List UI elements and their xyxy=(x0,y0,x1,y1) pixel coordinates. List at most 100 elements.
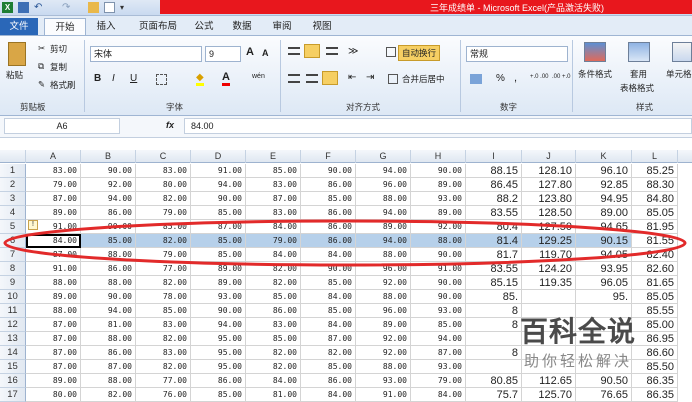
column-header-E[interactable]: E xyxy=(246,150,301,163)
table-cell[interactable]: 93.95 xyxy=(576,262,632,276)
align-top-icon[interactable] xyxy=(288,47,300,55)
table-cell[interactable]: 81.00 xyxy=(81,318,136,332)
row-header[interactable]: 4 xyxy=(0,206,26,220)
table-cell[interactable]: 91.00 xyxy=(411,262,466,276)
paste-button[interactable]: 粘贴 xyxy=(6,69,23,81)
table-cell[interactable]: 76.00 xyxy=(136,388,191,402)
font-name-select[interactable]: 宋体 xyxy=(90,46,202,62)
table-cell[interactable]: 94.00 xyxy=(81,192,136,206)
table-cell[interactable]: 90.00 xyxy=(191,304,246,318)
table-cell[interactable]: 77.00 xyxy=(136,374,191,388)
table-cell[interactable]: 83.00 xyxy=(136,164,191,178)
table-cell[interactable]: 90.00 xyxy=(411,164,466,178)
table-cell[interactable]: 81.65 xyxy=(632,276,678,290)
table-cell[interactable]: 89.00 xyxy=(191,262,246,276)
table-cell[interactable]: 83.55 xyxy=(466,262,522,276)
table-cell[interactable]: 89.00 xyxy=(26,206,81,220)
table-cell[interactable]: 84.00 xyxy=(411,388,466,402)
table-cell[interactable]: 83.00 xyxy=(136,346,191,360)
redo-icon[interactable]: ↷ xyxy=(62,2,73,13)
table-cell[interactable]: 82.60 xyxy=(632,262,678,276)
table-cell[interactable]: 85.15 xyxy=(466,276,522,290)
row-header[interactable]: 14 xyxy=(0,346,26,360)
table-cell[interactable]: 84.80 xyxy=(632,192,678,206)
font-size-select[interactable]: 9 xyxy=(205,46,241,62)
table-cell[interactable]: 94.95 xyxy=(576,192,632,206)
format-table-label-1[interactable]: 套用 xyxy=(630,68,647,80)
table-cell[interactable]: 88.00 xyxy=(81,248,136,262)
table-cell[interactable]: 81.4 xyxy=(466,234,522,248)
table-cell[interactable]: 86.00 xyxy=(81,346,136,360)
table-cell[interactable]: 87.00 xyxy=(26,192,81,206)
table-cell[interactable]: 87.00 xyxy=(191,220,246,234)
new-icon[interactable] xyxy=(104,2,115,13)
tab-file[interactable]: 文件 xyxy=(0,18,38,35)
table-cell[interactable]: 86.00 xyxy=(301,178,356,192)
table-cell[interactable]: 123.80 xyxy=(522,192,576,206)
align-middle-icon[interactable] xyxy=(304,44,320,58)
row-header[interactable]: 8 xyxy=(0,262,26,276)
format-table-button[interactable]: 表格格式 xyxy=(620,82,654,94)
row-header[interactable]: 7 xyxy=(0,248,26,262)
table-cell[interactable]: 85.05 xyxy=(632,290,678,304)
table-cell[interactable]: 86.35 xyxy=(632,374,678,388)
table-cell[interactable]: 80.85 xyxy=(466,374,522,388)
table-cell[interactable]: 124.20 xyxy=(522,262,576,276)
select-all-corner[interactable] xyxy=(0,150,26,163)
table-cell[interactable]: 82.00 xyxy=(136,332,191,346)
table-cell[interactable]: 89.00 xyxy=(356,318,411,332)
table-cell[interactable]: 82.40 xyxy=(632,248,678,262)
table-cell[interactable]: 82.00 xyxy=(246,346,301,360)
table-cell[interactable]: 90.00 xyxy=(301,164,356,178)
table-cell[interactable]: 92.85 xyxy=(576,178,632,192)
table-cell[interactable]: 95.00 xyxy=(191,346,246,360)
column-header-D[interactable]: D xyxy=(191,150,246,163)
table-cell[interactable]: 88.00 xyxy=(81,276,136,290)
table-cell[interactable]: 89.00 xyxy=(411,206,466,220)
table-cell[interactable]: 84.00 xyxy=(301,290,356,304)
table-cell[interactable]: 84.00 xyxy=(246,374,301,388)
table-cell[interactable]: 95.00 xyxy=(191,360,246,374)
decrease-decimal-button[interactable]: .00 +.0 xyxy=(552,74,571,80)
table-cell[interactable]: 86.00 xyxy=(301,220,356,234)
column-header-H[interactable]: H xyxy=(411,150,466,163)
name-box[interactable]: A6 xyxy=(4,118,120,134)
table-cell[interactable]: 129.25 xyxy=(522,234,576,248)
percent-button[interactable]: % xyxy=(496,73,505,84)
table-cell[interactable]: 86.00 xyxy=(301,206,356,220)
table-cell[interactable]: 85.00 xyxy=(301,276,356,290)
table-cell[interactable]: 94.05 xyxy=(576,248,632,262)
table-cell[interactable]: 88.00 xyxy=(26,304,81,318)
table-cell[interactable]: 83.00 xyxy=(26,164,81,178)
borders-icon[interactable] xyxy=(156,74,167,85)
table-cell[interactable]: 86.35 xyxy=(632,388,678,402)
table-cell[interactable]: 82.00 xyxy=(136,192,191,206)
table-cell[interactable]: 87.00 xyxy=(26,346,81,360)
row-header[interactable]: 3 xyxy=(0,192,26,206)
table-cell[interactable]: 82.00 xyxy=(136,360,191,374)
table-cell[interactable]: 85.00 xyxy=(301,304,356,318)
table-cell[interactable]: 86.00 xyxy=(301,234,356,248)
row-header[interactable]: 1 xyxy=(0,164,26,178)
increase-decimal-button[interactable]: +.0 .00 xyxy=(530,74,549,80)
table-cell[interactable]: 85.00 xyxy=(246,332,301,346)
fx-icon[interactable]: fx xyxy=(166,120,174,130)
row-header[interactable]: 16 xyxy=(0,374,26,388)
decrease-indent-icon[interactable]: ⇤ xyxy=(348,72,356,83)
error-indicator-icon[interactable]: ! xyxy=(28,220,38,230)
table-cell[interactable]: 88.00 xyxy=(411,234,466,248)
table-cell[interactable]: 85.00 xyxy=(136,220,191,234)
number-format-select[interactable]: 常规 xyxy=(466,46,568,62)
table-cell[interactable]: 85.00 xyxy=(411,318,466,332)
column-header-B[interactable]: B xyxy=(81,150,136,163)
table-cell[interactable]: 85.00 xyxy=(246,164,301,178)
cut-button[interactable]: 剪切 xyxy=(50,43,67,55)
align-left-icon[interactable] xyxy=(288,74,300,83)
table-cell[interactable]: 79.00 xyxy=(411,374,466,388)
table-cell[interactable]: 88.2 xyxy=(466,192,522,206)
open-icon[interactable] xyxy=(88,2,99,13)
table-cell[interactable]: 85.00 xyxy=(191,234,246,248)
tab-formulas[interactable]: 公式 xyxy=(190,18,218,35)
customize-toolbar-icon[interactable]: ▾ xyxy=(120,2,131,13)
increase-indent-icon[interactable]: ⇥ xyxy=(366,72,374,83)
